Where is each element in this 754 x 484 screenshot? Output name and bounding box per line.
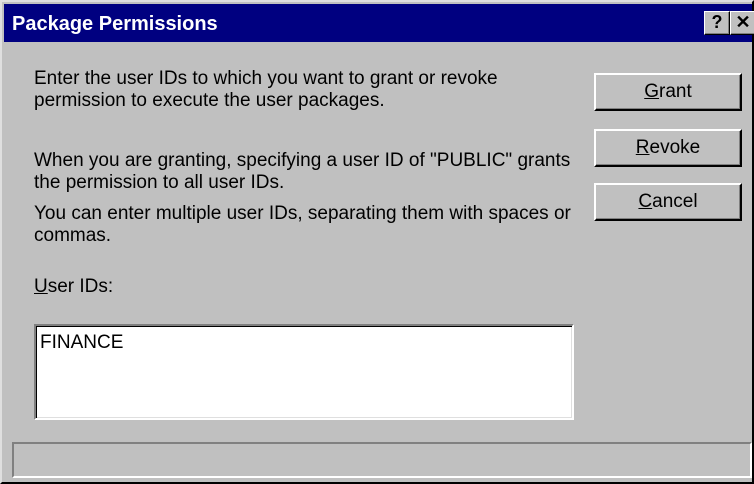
revoke-button[interactable]: Revoke (594, 129, 742, 167)
help-button[interactable]: ? (704, 11, 730, 35)
public-note-text: When you are granting, specifying a user… (34, 150, 571, 193)
grant-button[interactable]: Grant (594, 73, 742, 111)
user-ids-label-rest: ser IDs: (47, 276, 114, 297)
question-mark-icon: ? (711, 12, 723, 32)
user-ids-label-mnemonic: U (34, 276, 48, 297)
user-ids-label: User IDs: (34, 276, 113, 298)
title-bar[interactable]: Package Permissions ? ✕ (4, 4, 754, 42)
cancel-mnemonic: C (638, 191, 653, 212)
revoke-mnemonic: R (635, 137, 650, 158)
grant-mnemonic: G (644, 81, 660, 102)
close-button[interactable]: ✕ (730, 11, 754, 35)
close-icon: ✕ (735, 12, 751, 32)
grant-label-rest: rant (659, 81, 692, 102)
cancel-button[interactable]: Cancel (594, 183, 742, 221)
cancel-label-rest: ancel (652, 191, 698, 212)
dialog-title: Package Permissions (12, 13, 218, 35)
user-ids-input[interactable]: FINANCE (34, 324, 574, 420)
instructions-text: Enter the user IDs to which you want to … (34, 68, 498, 111)
package-permissions-dialog: Package Permissions ? ✕ Enter the user I… (0, 0, 754, 484)
multiple-ids-note-text: You can enter multiple user IDs, separat… (34, 203, 571, 246)
status-bar (12, 442, 752, 478)
revoke-label-rest: evoke (649, 137, 701, 158)
